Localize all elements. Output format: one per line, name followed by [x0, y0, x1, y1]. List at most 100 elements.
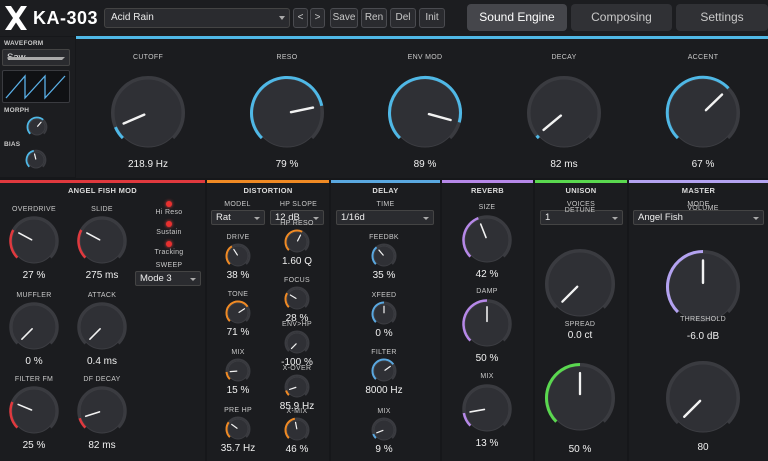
- distortion-tone-value: 71 %: [226, 327, 250, 338]
- sustain-label: Sustain: [156, 229, 182, 236]
- hp-slope-label: HP SLOPE: [279, 201, 318, 208]
- reverb-size-value: 42 %: [475, 269, 499, 280]
- sweep-label: SWEEP: [155, 262, 183, 269]
- delay-xfeed-label: XFEED: [371, 292, 397, 299]
- angel-fish-slide-value: 275 ms: [85, 270, 119, 281]
- master-volume-knob[interactable]: [665, 249, 741, 325]
- filter-reso-knob[interactable]: [249, 75, 325, 151]
- distortion-mix-value: 15 %: [226, 385, 250, 396]
- delay-time-value: 1/16d: [341, 212, 365, 223]
- master-threshold-knob-face: [668, 363, 738, 433]
- angel-fish-df-decay-value: 82 ms: [88, 440, 116, 451]
- distortion-pre-hp-knob[interactable]: [224, 415, 252, 443]
- distortion-hp-reso-label: HP RESO: [280, 220, 314, 227]
- distortion-x-over-knob[interactable]: [283, 373, 311, 401]
- delay-mix-knob[interactable]: [370, 416, 398, 444]
- waveform-select[interactable]: Saw: [2, 49, 70, 66]
- app-name: KA-303: [33, 8, 99, 28]
- master-threshold-knob[interactable]: [665, 360, 741, 436]
- delay-xfeed-knob[interactable]: [370, 300, 398, 328]
- chevron-down-icon: [423, 217, 429, 220]
- filter-env-mod-knob[interactable]: [387, 75, 463, 151]
- unison-detune-knob[interactable]: [544, 248, 616, 320]
- angel-fish-muffler-knob[interactable]: [8, 301, 60, 353]
- distortion-env-hp-knob[interactable]: [283, 329, 311, 357]
- chevron-down-icon: [612, 217, 618, 220]
- angel-fish-df-decay-knob[interactable]: [76, 385, 128, 437]
- delay-feedbk-knob[interactable]: [370, 242, 398, 270]
- delete-button[interactable]: Del: [390, 8, 416, 28]
- reverb-accent-bar: [442, 180, 533, 183]
- tab-sound-engine[interactable]: Sound Engine: [467, 4, 567, 31]
- distortion-title: DISTORTION: [243, 186, 293, 195]
- init-button[interactable]: Init: [419, 8, 445, 28]
- tracking-led[interactable]: [166, 241, 172, 247]
- preset-select[interactable]: Acid Rain: [104, 8, 290, 28]
- delay-filter-knob[interactable]: [370, 357, 398, 385]
- reverb-size-knob[interactable]: [461, 214, 513, 266]
- prev-preset-button[interactable]: <: [293, 8, 308, 28]
- filter-cutoff-knob[interactable]: [110, 75, 186, 151]
- unison-accent-bar: [535, 180, 627, 183]
- saw-wave-icon: [5, 74, 66, 100]
- next-preset-button[interactable]: >: [310, 8, 325, 28]
- unison-spread-value: 50 %: [568, 444, 592, 455]
- angel-fish-overdrive-knob[interactable]: [8, 215, 60, 267]
- distortion-x-mix-knob[interactable]: [283, 416, 311, 444]
- distortion-env-hp-knob-face: [286, 332, 308, 354]
- top-bar: KA-303 Acid Rain < > Save Ren Del Init S…: [0, 0, 768, 51]
- angel-fish-attack-knob-face: [79, 304, 125, 350]
- distortion-x-mix-knob-face: [286, 419, 308, 441]
- reverb-mix-knob[interactable]: [461, 383, 513, 435]
- distortion-mix-knob[interactable]: [224, 357, 252, 385]
- angel-fish-filter-fm-knob[interactable]: [8, 385, 60, 437]
- filter-decay-knob[interactable]: [526, 75, 602, 151]
- delay-feedbk-label: FEEDBK: [369, 234, 399, 241]
- distortion-drive-label: DRIVE: [226, 234, 250, 241]
- distortion-focus-knob[interactable]: [283, 285, 311, 313]
- delay-time-select[interactable]: 1/16d: [336, 210, 434, 225]
- sustain-led[interactable]: [166, 221, 172, 227]
- reverb-damp-knob[interactable]: [461, 298, 513, 350]
- filter-decay-knob-face: [529, 78, 599, 148]
- hi-reso-led[interactable]: [166, 201, 172, 207]
- angel-fish-attack-knob[interactable]: [76, 301, 128, 353]
- filter-cutoff-value: 218.9 Hz: [127, 159, 169, 170]
- distortion-x-over-knob-face: [286, 376, 308, 398]
- filter-accent-knob[interactable]: [665, 75, 741, 151]
- unison-spread-knob[interactable]: [544, 362, 616, 434]
- filter-accent-knob-face: [668, 78, 738, 148]
- filter-accent-label: ACCENT: [687, 54, 719, 61]
- angel-fish-filter-fm-knob-face: [11, 388, 57, 434]
- angel-fish-muffler-knob-face: [11, 304, 57, 350]
- rename-button[interactable]: Ren: [361, 8, 387, 28]
- distortion-drive-knob[interactable]: [224, 242, 252, 270]
- unison-detune-value: 0.0 ct: [567, 330, 593, 341]
- master-mode-select[interactable]: Angel Fish: [633, 210, 764, 225]
- master-volume-label: VOLUME: [687, 205, 719, 212]
- master-mode-value: Angel Fish: [638, 212, 683, 223]
- save-button[interactable]: Save: [330, 8, 358, 28]
- distortion-focus-label: FOCUS: [284, 277, 310, 284]
- logo-x-icon: [5, 6, 27, 30]
- chevron-down-icon: [279, 16, 285, 20]
- filter-env-mod-value: 89 %: [413, 159, 437, 170]
- tracking-label: Tracking: [154, 249, 184, 256]
- unison-title: UNISON: [565, 186, 597, 195]
- tab-settings[interactable]: Settings: [676, 4, 768, 31]
- reverb-title: REVERB: [470, 186, 505, 195]
- bias-knob[interactable]: [24, 148, 48, 172]
- tab-composing-engine[interactable]: Composing Engine: [571, 4, 672, 51]
- chevron-down-icon: [753, 217, 759, 220]
- morph-knob[interactable]: [25, 115, 49, 139]
- unison-detune-label: DETUNE: [564, 207, 596, 214]
- reverb-mix-value: 13 %: [475, 438, 499, 449]
- distortion-mix-label: MIX: [231, 349, 245, 356]
- bias-label: BIAS: [4, 141, 21, 148]
- distortion-tone-knob[interactable]: [224, 299, 252, 327]
- angel-fish-slide-knob-face: [79, 218, 125, 264]
- angel-fish-slide-knob[interactable]: [76, 215, 128, 267]
- filter-decay-label: DECAY: [551, 54, 577, 61]
- distortion-hp-reso-value: 1.60 Q: [281, 256, 313, 267]
- distortion-hp-reso-knob[interactable]: [283, 228, 311, 256]
